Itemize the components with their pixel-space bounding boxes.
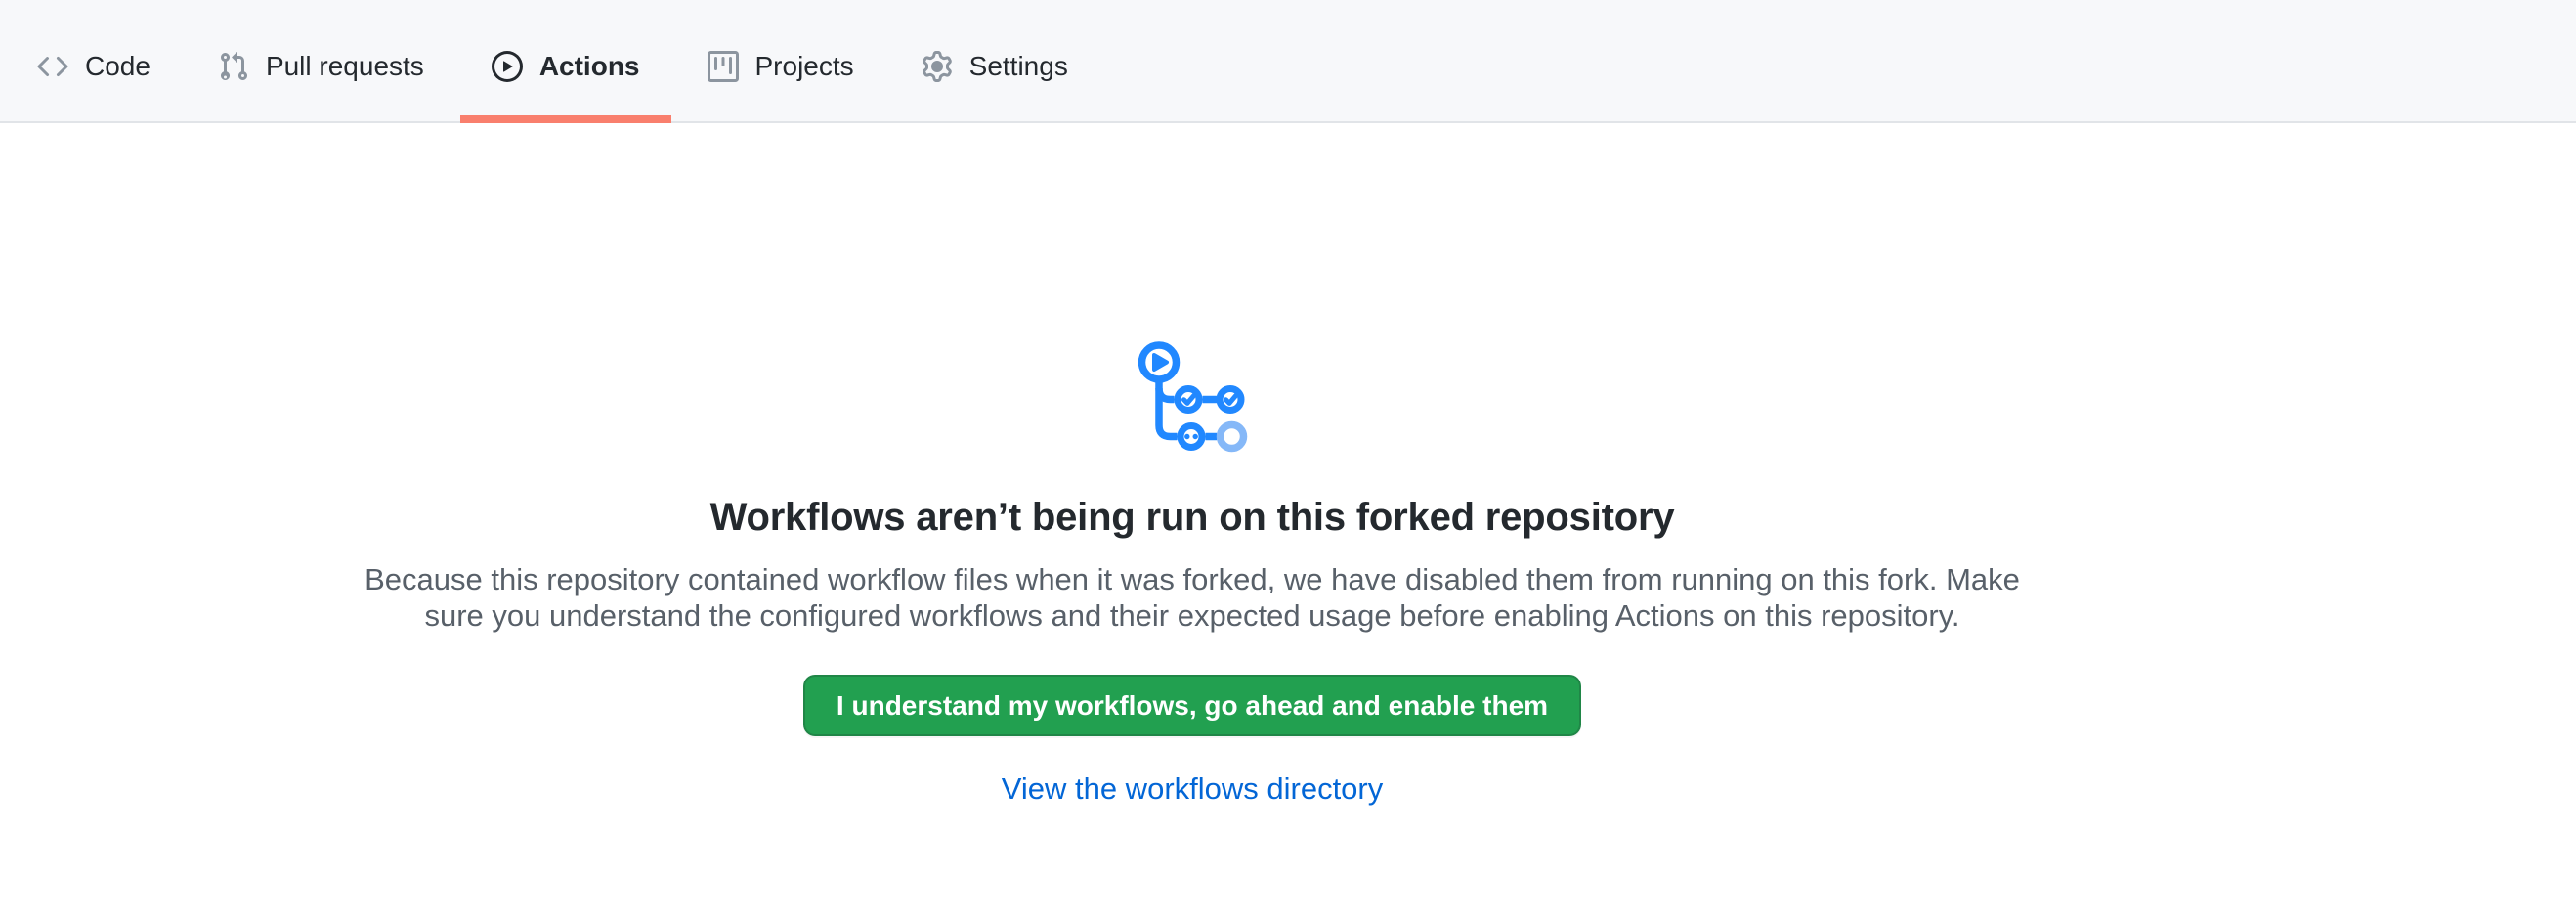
repo-tab-nav: Code Pull requests Actions Projects Sett <box>0 0 2576 123</box>
tab-settings[interactable]: Settings <box>890 12 1099 121</box>
workflows-disabled-blankslate: Workflows aren’t being run on this forke… <box>0 123 2384 807</box>
tab-projects-label: Projects <box>755 53 854 80</box>
blankslate-description: Because this repository contained workfl… <box>352 561 2033 634</box>
actions-content: Workflows aren’t being run on this forke… <box>0 123 2384 807</box>
gear-icon <box>922 51 953 82</box>
tab-settings-label: Settings <box>969 53 1068 80</box>
tab-pull-requests[interactable]: Pull requests <box>187 12 455 121</box>
tab-pull-requests-label: Pull requests <box>266 53 424 80</box>
tab-code-label: Code <box>85 53 150 80</box>
tab-actions[interactable]: Actions <box>460 12 671 121</box>
view-workflows-directory-link[interactable]: View the workflows directory <box>1002 771 1384 806</box>
tab-code[interactable]: Code <box>6 12 182 121</box>
tab-projects[interactable]: Projects <box>676 12 885 121</box>
blankslate-title: Workflows aren’t being run on this forke… <box>0 493 2384 542</box>
github-actions-page: Code Pull requests Actions Projects Sett <box>0 0 2576 807</box>
enable-workflows-button[interactable]: I understand my workflows, go ahead and … <box>803 675 1581 736</box>
workflow-graph-icon <box>1137 341 1248 453</box>
code-icon <box>37 51 68 82</box>
tab-actions-label: Actions <box>539 53 640 80</box>
play-icon <box>492 51 523 82</box>
project-icon <box>708 51 739 82</box>
git-pull-request-icon <box>218 51 249 82</box>
